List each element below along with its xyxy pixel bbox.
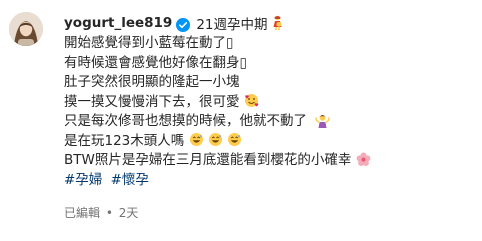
caption-line: 肚子突然很明顯的隆起一小塊: [64, 74, 240, 90]
hashtag-row: #孕婦 #懷孕: [64, 171, 476, 191]
caption-line-row: 摸一摸又慢慢消下去，很可愛: [64, 93, 476, 113]
caption-first-line: 21週孕中期: [196, 17, 268, 33]
verified-badge-icon: [176, 17, 191, 32]
post-meta: 已編輯 • 2天: [64, 204, 476, 221]
post-caption: yogurt_lee819 21週孕中期 開始感覺得到小藍莓在動了▯ 有時候還會…: [0, 0, 482, 241]
username-link[interactable]: yogurt_lee819: [64, 15, 172, 31]
hashtag-link[interactable]: #孕婦: [64, 172, 102, 188]
hashtag-link[interactable]: #懷孕: [111, 172, 149, 188]
edited-label: 已編輯: [64, 206, 101, 220]
caption-line-row: 只是每次修哥也想摸的時候，他就不動了: [64, 112, 476, 132]
caption-line-row: BTW照片是孕婦在三月底還能看到櫻花的小確幸: [64, 151, 476, 171]
cherry-blossom-emoji: [356, 152, 371, 167]
woman-shrugging-emoji: [315, 113, 330, 128]
grinning-sweat-emoji: [227, 132, 242, 147]
caption-line: BTW照片是孕婦在三月底還能看到櫻花的小確幸: [64, 152, 352, 168]
pregnant-woman-emoji: [270, 15, 285, 30]
caption-line: 只是每次修哥也想摸的時候，他就不動了: [64, 113, 307, 129]
caption-line: 有時候還會感覺他好像在翻身▯: [64, 54, 247, 71]
caption-line: 是在玩123木頭人嗎: [64, 132, 185, 149]
grinning-sweat-emoji: [208, 132, 223, 147]
caption-line: 開始感覺得到小藍莓在動了▯: [64, 35, 234, 51]
smiling-face-with-hearts-emoji: [244, 93, 259, 108]
avatar[interactable]: [9, 12, 43, 46]
grinning-sweat-emoji: [189, 132, 204, 147]
caption-line: 摸一摸又慢慢消下去，很可愛: [64, 93, 240, 110]
caption-line-row: 是在玩123木頭人嗎: [64, 132, 476, 152]
meta-separator: •: [105, 206, 113, 220]
timestamp[interactable]: 2天: [119, 206, 139, 220]
